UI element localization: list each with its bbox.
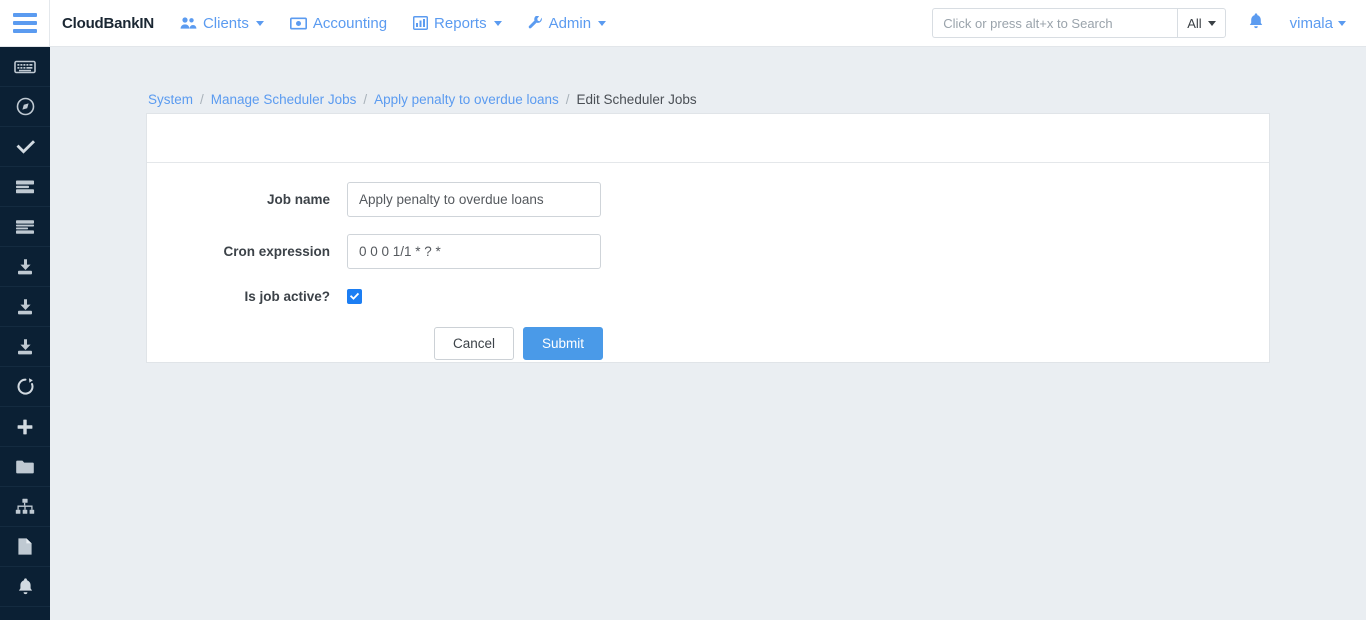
user-menu-label: vimala xyxy=(1289,14,1333,32)
download-third-icon xyxy=(15,338,35,356)
nav-item-accounting[interactable]: Accounting xyxy=(289,14,388,32)
breadcrumb: System / Manage Scheduler Jobs / Apply p… xyxy=(148,92,697,107)
bell-icon xyxy=(1248,12,1264,35)
search-input[interactable] xyxy=(932,8,1178,38)
breadcrumb-item-job-name[interactable]: Apply penalty to overdue loans xyxy=(374,92,559,107)
main-content: System / Manage Scheduler Jobs / Apply p… xyxy=(50,47,1366,620)
form-row-is-job-active: Is job active? xyxy=(147,289,1269,304)
main-nav: Clients Accounting Reports Admin xyxy=(180,14,607,32)
bar-chart-icon xyxy=(413,16,429,30)
nav-item-clients[interactable]: Clients xyxy=(180,15,264,32)
breadcrumb-item-manage-scheduler-jobs[interactable]: Manage Scheduler Jobs xyxy=(211,92,357,107)
sidebar-item-sitemap[interactable] xyxy=(0,487,50,527)
sidebar-item-folder[interactable] xyxy=(0,447,50,487)
refresh-icon xyxy=(16,377,35,396)
folder-icon xyxy=(15,459,35,475)
global-search: All xyxy=(932,8,1226,38)
keyboard-icon xyxy=(14,59,36,75)
form-row-job-name: Job name xyxy=(147,182,1269,217)
sidebar-item-server-list-alt[interactable] xyxy=(0,207,50,247)
job-name-input[interactable] xyxy=(347,182,601,217)
menu-toggle-button[interactable] xyxy=(0,0,50,46)
users-icon xyxy=(180,16,197,30)
form-row-cron-expression: Cron expression xyxy=(147,234,1269,269)
nav-item-label: Clients xyxy=(202,14,249,32)
sidebar-item-download[interactable] xyxy=(0,247,50,287)
chevron-down-icon xyxy=(1338,20,1346,26)
server-list-icon xyxy=(15,179,35,195)
hamburger-bar xyxy=(12,21,37,25)
cancel-button[interactable]: Cancel xyxy=(434,327,515,360)
hamburger-bar xyxy=(12,29,37,33)
nav-item-label: Admin xyxy=(548,14,592,32)
user-menu[interactable]: vimala xyxy=(1290,15,1346,32)
card-header xyxy=(147,114,1269,163)
is-job-active-label: Is job active? xyxy=(244,289,330,304)
download-icon xyxy=(15,258,35,276)
search-scope-dropdown[interactable]: All xyxy=(1177,8,1226,38)
wrench-icon xyxy=(528,16,543,30)
hamburger-bar xyxy=(12,13,37,17)
card-body: Job name Cron expression Is job active? xyxy=(147,163,1269,360)
edit-scheduler-job-card: Job name Cron expression Is job active? xyxy=(146,113,1270,363)
top-navbar: CloudBankIN Clients Accounting Reports A… xyxy=(0,0,1366,47)
chevron-down-icon xyxy=(255,20,264,26)
check-icon xyxy=(15,138,36,155)
breadcrumb-item-system[interactable]: System xyxy=(148,92,193,107)
bell-icon xyxy=(17,577,34,596)
nav-item-admin[interactable]: Admin xyxy=(528,15,607,32)
job-name-label: Job name xyxy=(266,192,330,207)
navbar-right: All vimala xyxy=(932,0,1366,46)
sidebar-item-download-third[interactable] xyxy=(0,327,50,367)
breadcrumb-separator: / xyxy=(363,92,368,107)
download-alt-icon xyxy=(15,298,35,316)
sidebar-item-server-list[interactable] xyxy=(0,167,50,207)
sidebar-item-keyboard[interactable] xyxy=(0,47,50,87)
chevron-down-icon xyxy=(493,20,502,26)
money-bill-icon xyxy=(289,16,307,30)
compass-icon xyxy=(16,97,35,116)
sidebar-item-notifications[interactable] xyxy=(0,567,50,607)
file-icon xyxy=(17,537,33,556)
sidebar-item-refresh[interactable] xyxy=(0,367,50,407)
nav-item-label: Accounting xyxy=(312,14,388,32)
nav-item-label: Reports xyxy=(434,14,487,32)
breadcrumb-separator: / xyxy=(565,92,570,107)
search-scope-label: All xyxy=(1187,15,1202,31)
brand-logo[interactable]: CloudBankIN xyxy=(62,15,154,32)
server-list-alt-icon xyxy=(15,219,35,235)
sidebar-item-compass[interactable] xyxy=(0,87,50,127)
form-actions: Cancel Submit xyxy=(434,327,1269,360)
cron-expression-label: Cron expression xyxy=(223,244,330,259)
nav-item-reports[interactable]: Reports xyxy=(413,15,502,32)
sidebar-item-check[interactable] xyxy=(0,127,50,167)
cron-expression-input[interactable] xyxy=(347,234,601,269)
notifications-button[interactable] xyxy=(1248,12,1264,35)
chevron-down-icon xyxy=(598,20,607,26)
sidebar-item-download-alt[interactable] xyxy=(0,287,50,327)
breadcrumb-item-current: Edit Scheduler Jobs xyxy=(576,92,697,107)
sitemap-icon xyxy=(15,498,35,515)
sidebar-item-file[interactable] xyxy=(0,527,50,567)
chevron-down-icon xyxy=(1207,20,1216,26)
check-icon xyxy=(349,292,360,301)
plus-icon xyxy=(16,418,34,436)
is-job-active-checkbox[interactable] xyxy=(347,289,362,304)
left-sidebar xyxy=(0,47,50,620)
sidebar-item-add[interactable] xyxy=(0,407,50,447)
breadcrumb-separator: / xyxy=(200,92,204,107)
submit-button[interactable]: Submit xyxy=(523,327,604,360)
